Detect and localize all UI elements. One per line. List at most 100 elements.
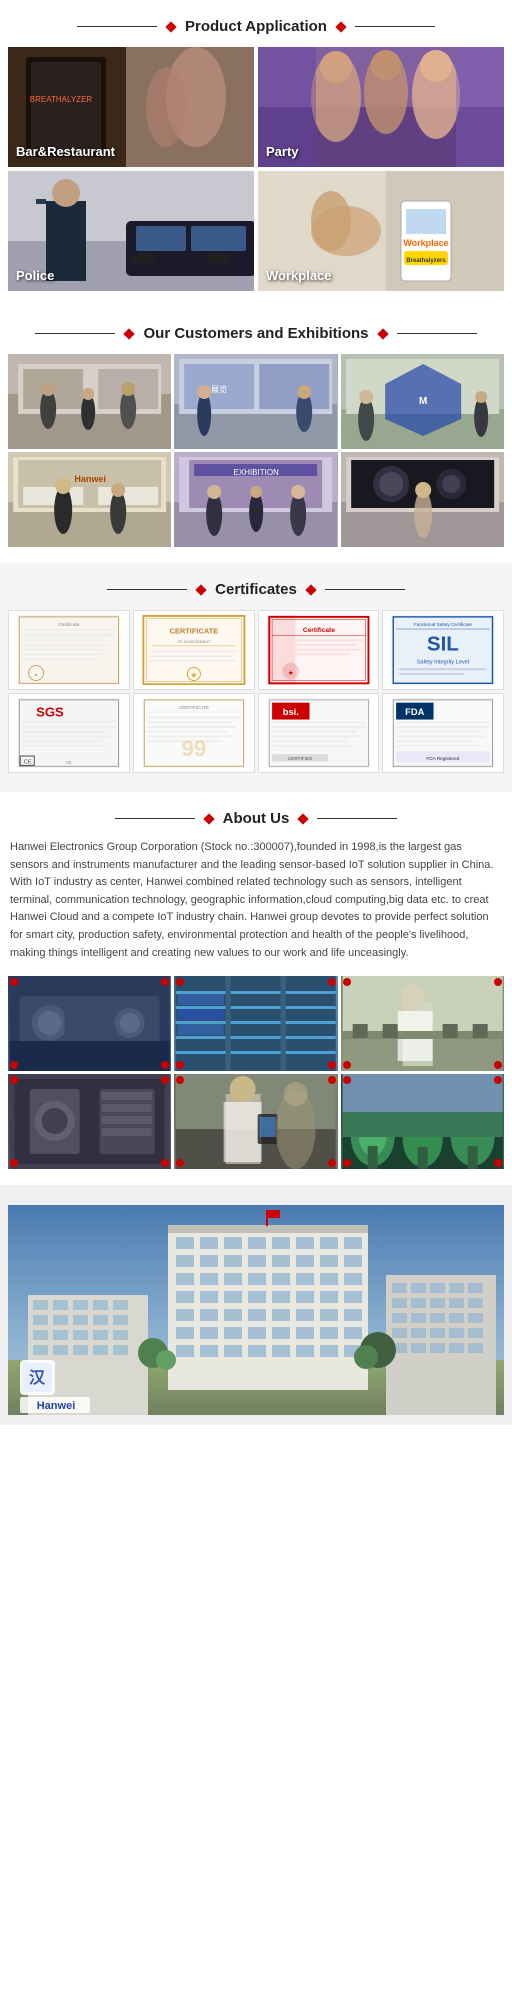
svg-text:CERTIFIED: CERTIFIED (287, 756, 312, 761)
svg-text:99: 99 (181, 736, 206, 761)
dot-tl-6 (343, 1076, 351, 1084)
about-content: Hanwei Electronics Group Corporation (St… (0, 839, 512, 1185)
customers-header: Our Customers and Exhibitions (0, 307, 512, 354)
customer-4-img: Hanwei (8, 452, 171, 547)
svg-text:Safety Integrity Level: Safety Integrity Level (417, 660, 469, 666)
about-diamond-left (203, 813, 214, 824)
about-photos-row-2 (8, 1074, 504, 1169)
cert-bsi-img: bsi. CERTIFIED (262, 698, 376, 768)
svg-text:Certificate: Certificate (58, 622, 79, 627)
customer-item-1 (8, 354, 171, 449)
dot-br-2 (328, 1061, 336, 1069)
customers-diamond-right (377, 328, 388, 339)
workplace-label: Workplace (266, 268, 332, 283)
about-photo-6 (341, 1074, 504, 1169)
certs-header-line-right (325, 589, 405, 590)
about-photo-4 (8, 1074, 171, 1169)
about-header: About Us (0, 792, 512, 839)
about-diamond-right (298, 813, 309, 824)
svg-text:SGS: SGS (36, 705, 64, 720)
svg-text:EXHIBITION: EXHIBITION (234, 468, 280, 477)
customer-item-5: EXHIBITION (174, 452, 337, 547)
customers-diamond-left (124, 328, 135, 339)
cert-2-img: CERTIFICATE OF ACHIEVEMENT ★ (137, 615, 251, 685)
svg-text:✦: ✦ (34, 672, 39, 679)
cert-item-1: Certificate ✦ (8, 610, 130, 690)
certs-diamond-right (305, 584, 316, 595)
svg-text:FDA: FDA (405, 707, 424, 717)
building-section: 汉 Hanwei (0, 1185, 512, 1425)
certificates-grid-container: Certificate ✦ C (0, 610, 512, 792)
about-text: Hanwei Electronics Group Corporation (St… (8, 839, 504, 962)
diamond-left (165, 21, 176, 32)
customer-item-4: Hanwei (8, 452, 171, 547)
svg-text:CERTIFICATE: CERTIFICATE (169, 627, 218, 636)
svg-text:★: ★ (190, 671, 197, 680)
about-photo-3 (341, 976, 504, 1071)
header-line-right (355, 26, 435, 27)
svg-text:Hanwei: Hanwei (74, 474, 106, 484)
customer-1-img (8, 354, 171, 449)
bar-restaurant-label: Bar&Restaurant (16, 144, 115, 159)
app-grid: BREATHALYZER Bar&Restaurant (8, 47, 504, 291)
customers-title: Our Customers and Exhibitions (143, 325, 368, 342)
svg-text:汉: 汉 (29, 1368, 46, 1387)
product-application-section: Product Application BREATHALYZER Bar&Res… (0, 0, 512, 307)
svg-text:CE: CE (66, 760, 72, 764)
dot-bl-6 (343, 1159, 351, 1167)
cert-item-2: CERTIFICATE OF ACHIEVEMENT ★ (133, 610, 255, 690)
about-title: About Us (223, 810, 290, 827)
customer-item-3: M (341, 354, 504, 449)
customer-3-img: M (341, 354, 504, 449)
dot-tr-2 (328, 978, 336, 986)
about-us-section: About Us Hanwei Electronics Group Corpor… (0, 792, 512, 1185)
svg-text:M: M (419, 396, 427, 407)
customer-5-img: EXHIBITION (174, 452, 337, 547)
about-photos-row-1 (8, 976, 504, 1071)
dot-tl-3 (343, 978, 351, 986)
cert-1-img: Certificate ✦ (12, 615, 126, 685)
certs-header-line-left (107, 589, 187, 590)
svg-text:OF ACHIEVEMENT: OF ACHIEVEMENT (177, 640, 211, 644)
app-item-police: Police (8, 171, 254, 291)
svg-text:Certificate: Certificate (302, 627, 334, 634)
cert-item-sgs: SGS CE CE (8, 693, 130, 773)
cert-item-sil: Functional Safety Certificate SIL Safety… (382, 610, 504, 690)
svg-text:BREATHALYZER: BREATHALYZER (30, 95, 93, 104)
cert-sgs-img: SGS CE CE (12, 698, 126, 768)
factory-5-img (174, 1074, 337, 1169)
svg-text:CERTIFICATE: CERTIFICATE (179, 705, 209, 710)
customers-grid-container: 展览 M (0, 354, 512, 563)
about-photo-1 (8, 976, 171, 1071)
cert-doc-img: CERTIFICATE 99 (137, 698, 251, 768)
about-photo-5 (174, 1074, 337, 1169)
product-application-title: Product Application (185, 18, 327, 35)
svg-text:FDA Registered: FDA Registered (427, 756, 460, 761)
cert-item-doc: CERTIFICATE 99 (133, 693, 255, 773)
factory-2-img (174, 976, 337, 1071)
app-item-bar-restaurant: BREATHALYZER Bar&Restaurant (8, 47, 254, 167)
certs-diamond-left (195, 584, 206, 595)
svg-text:Functional Safety Certificate: Functional Safety Certificate (414, 622, 473, 627)
customers-header-line-left (35, 333, 115, 334)
customers-grid: 展览 M (8, 354, 504, 547)
about-header-line-left (115, 818, 195, 819)
certificates-header: Certificates (0, 563, 512, 610)
dot-br-5 (328, 1159, 336, 1167)
svg-text:Hanwei: Hanwei (37, 1400, 76, 1412)
customers-header-line-right (397, 333, 477, 334)
police-label: Police (16, 268, 54, 283)
dot-bl-3 (343, 1061, 351, 1069)
header-line-left (77, 26, 157, 27)
svg-text:展览: 展览 (211, 384, 227, 394)
certs-row-2: SGS CE CE CERTIFICATE (8, 693, 504, 773)
customer-item-6 (341, 452, 504, 547)
cert-item-bsi: bsi. CERTIFIED (258, 693, 380, 773)
certificates-title: Certificates (215, 581, 297, 598)
cert-item-fda: FDA FDA Registered (382, 693, 504, 773)
app-item-workplace: Workplace Breathalyzers Workplace (258, 171, 504, 291)
customer-item-2: 展览 (174, 354, 337, 449)
customer-6-img (341, 452, 504, 547)
customers-section: Our Customers and Exhibitions (0, 307, 512, 563)
about-header-line-right (317, 818, 397, 819)
